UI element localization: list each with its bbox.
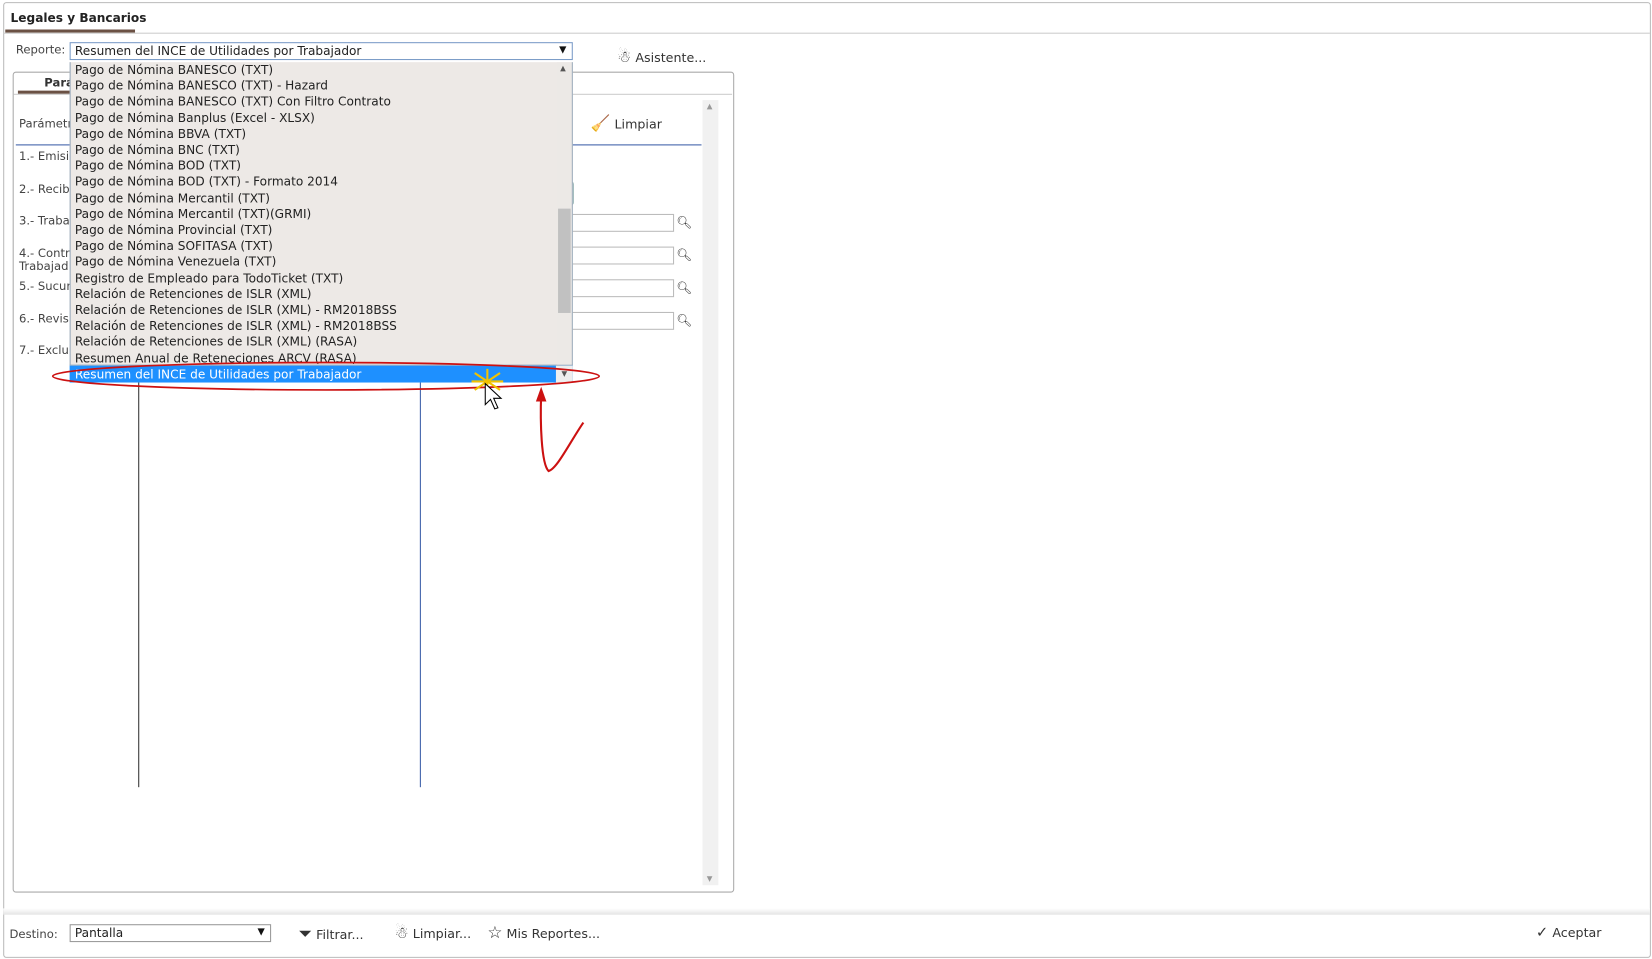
- arrow-head-icon: [535, 386, 547, 402]
- annotation-overlay: [51, 361, 601, 473]
- footer-divider: [3, 908, 1650, 915]
- chevron-down-icon: ▼: [257, 927, 265, 938]
- destination-label: Destino:: [9, 927, 58, 942]
- my-reports-button[interactable]: ☆ Mis Reportes...: [487, 922, 600, 942]
- report-window: Legales y Bancarios Reporte: Resumen del…: [0, 0, 1652, 959]
- destination-value: Pantalla: [74, 925, 124, 940]
- destination-select[interactable]: Pantalla ▼: [69, 924, 272, 943]
- highlight-ellipse: [51, 361, 601, 391]
- annotation-arrow: [539, 394, 585, 473]
- filter-button[interactable]: ⏷ Filtrar...: [299, 923, 364, 944]
- filter-icon: ⏷: [298, 923, 313, 944]
- clear-label: Limpiar...: [412, 926, 472, 942]
- check-icon: ✓: [1535, 924, 1549, 942]
- clear-button[interactable]: ☃ Limpiar...: [395, 923, 472, 942]
- star-icon: ☆: [487, 922, 503, 943]
- filter-label: Filtrar...: [316, 927, 364, 943]
- accept-label: Aceptar: [1552, 925, 1602, 940]
- accept-button[interactable]: ✓ Aceptar: [1536, 924, 1602, 941]
- wizard-icon: ☃: [394, 923, 409, 943]
- my-reports-label: Mis Reportes...: [506, 926, 601, 942]
